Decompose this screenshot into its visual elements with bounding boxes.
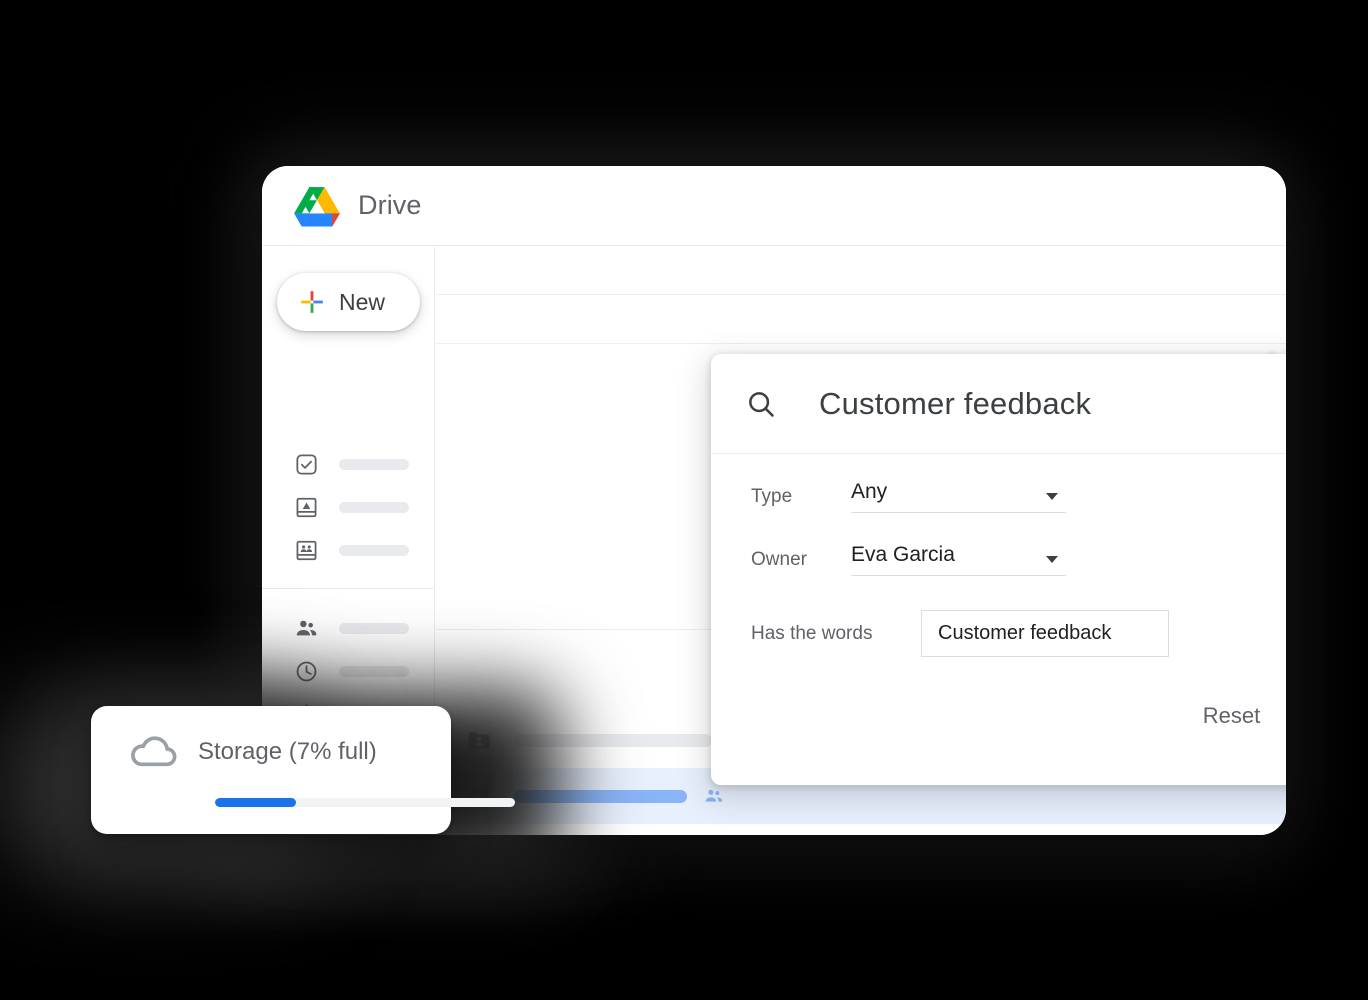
people-shared-icon — [294, 616, 319, 641]
owner-dropdown[interactable]: Eva Garcia — [851, 543, 1066, 576]
shared-drives-icon — [294, 538, 319, 563]
has-the-words-input[interactable]: Customer feedback — [921, 610, 1169, 657]
search-dialog-actions: Reset Search — [1185, 686, 1286, 745]
sidebar-item-priority[interactable] — [262, 443, 434, 486]
new-button[interactable]: New — [277, 273, 420, 331]
check-circle-box-icon — [294, 452, 319, 477]
storage-progress-track — [215, 798, 515, 807]
sidebar-item-label-placeholder — [339, 459, 409, 470]
app-header: Drive — [262, 166, 1286, 246]
sidebar-item-shared-drives[interactable] — [262, 529, 434, 572]
field-owner-label: Owner — [751, 549, 807, 570]
people-icon — [703, 785, 725, 807]
app-title: Drive — [358, 190, 422, 220]
chevron-down-icon — [1046, 556, 1058, 563]
search-dialog-header: Customer feedback — [711, 354, 1286, 454]
sidebar-group-primary — [262, 443, 434, 572]
search-icon — [745, 388, 777, 420]
type-dropdown[interactable]: Any — [851, 480, 1066, 513]
chevron-down-icon — [1046, 493, 1058, 500]
file-name-placeholder — [514, 733, 712, 747]
sidebar-divider — [262, 588, 435, 589]
reset-button[interactable]: Reset — [1185, 693, 1278, 739]
sidebar-item-shared-with-me[interactable] — [262, 607, 434, 650]
search-input[interactable]: Customer feedback — [819, 386, 1286, 422]
cloud-icon — [124, 732, 182, 772]
google-drive-logo — [294, 185, 340, 227]
sidebar-item-label-placeholder — [339, 666, 409, 677]
field-type: Type Any — [751, 480, 1066, 513]
sidebar-item-label-placeholder — [339, 623, 409, 634]
storage-label: Storage (7% full) — [198, 738, 377, 765]
type-dropdown-value: Any — [851, 480, 888, 503]
storage-progress-fill — [215, 798, 296, 807]
sidebar-item-label-placeholder — [339, 502, 409, 513]
sidebar-item-my-drive[interactable] — [262, 486, 434, 529]
sidebar-item-label-placeholder — [339, 545, 409, 556]
owner-dropdown-value: Eva Garcia — [851, 543, 955, 566]
plus-icon — [299, 289, 325, 315]
field-has-the-words-label: Has the words — [751, 622, 873, 644]
file-name-placeholder — [514, 789, 687, 803]
clock-recent-icon — [294, 659, 319, 684]
field-has-the-words: Has the words Customer feedback — [751, 610, 1169, 657]
field-type-label: Type — [751, 486, 793, 507]
my-drive-icon — [294, 495, 319, 520]
table-row[interactable] — [436, 824, 1286, 835]
advanced-search-dialog: Customer feedback Type Any Owner Eva Gar… — [711, 354, 1286, 785]
content-toolbar — [436, 247, 1286, 295]
storage-card: Storage (7% full) — [91, 706, 515, 834]
new-button-label: New — [339, 288, 386, 315]
storage-card-header: Storage (7% full) — [91, 706, 451, 772]
shared-folder-icon — [466, 727, 492, 753]
sidebar-item-recent[interactable] — [262, 650, 434, 693]
field-owner: Owner Eva Garcia — [751, 543, 1066, 576]
search-dialog-body: Type Any Owner Eva Garcia Has the words — [711, 454, 1286, 784]
screenshot-stage: Drive New Customer feedback Type Any Own… — [0, 0, 1368, 1000]
content-divider — [436, 343, 1286, 344]
